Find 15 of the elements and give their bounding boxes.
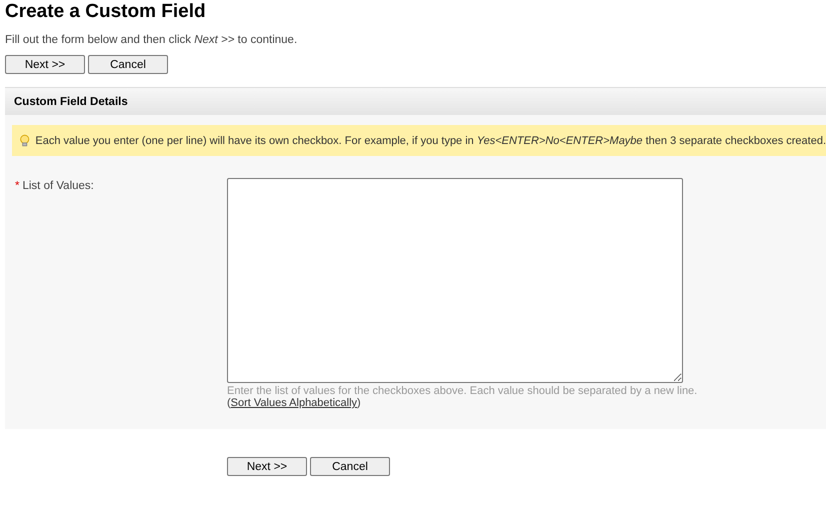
values-textarea[interactable] — [227, 178, 683, 383]
lightbulb-icon — [19, 133, 30, 148]
next-button[interactable]: Next >> — [5, 55, 85, 74]
tip-text: Each value you enter (one per line) will have its own checkbox. For example, if you type in Yes<ENTER>No<ENTER>Maybe then 3 separate checkboxes created. — [35, 134, 826, 146]
field-label: List of Values: — [22, 180, 94, 194]
paren-text: ) — [357, 397, 361, 409]
cancel-button[interactable]: Cancel — [88, 55, 168, 74]
sort-link[interactable]: Sort Values Alphabetically — [230, 397, 358, 409]
paren-text: ( — [227, 397, 231, 409]
page-title: Create a Custom Field — [5, 0, 207, 24]
required-mark: * — [15, 180, 20, 194]
cancel-button[interactable]: Cancel — [310, 457, 390, 476]
instructions-text: Fill out the form below and then click Next >> to continue. — [5, 34, 298, 46]
next-button[interactable]: Next >> — [227, 457, 307, 476]
field-hint: Enter the list of values for the checkboxes above. Each value should be separated by a new line. — [227, 385, 698, 397]
